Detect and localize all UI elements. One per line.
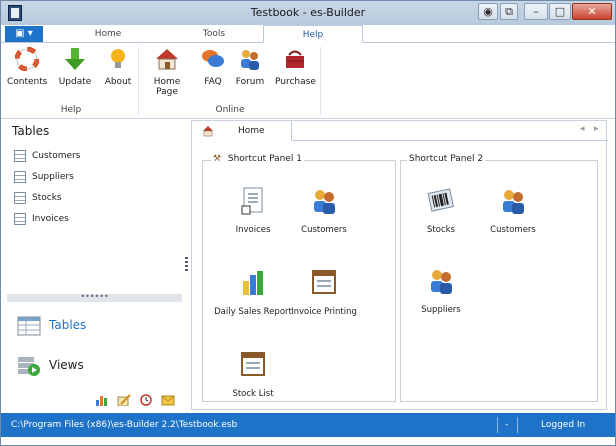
about-button[interactable]: About	[103, 47, 133, 97]
forum-button[interactable]: Forum	[234, 47, 266, 97]
table-icon	[14, 170, 26, 183]
document-icon	[239, 187, 267, 215]
tab-tools[interactable]: Tools	[169, 25, 259, 43]
file-menu-button[interactable]: ▣ ▾	[5, 26, 43, 42]
tools-icon: ⚒	[213, 154, 222, 164]
download-arrow-icon	[63, 47, 87, 71]
scroll-left-icon[interactable]: ◂	[580, 124, 585, 134]
shortcut-stocks[interactable]: Stocks	[401, 187, 481, 236]
title-bar: Testbook - es-Builder ◉ ⧉ – □ ✕	[1, 1, 615, 25]
users-icon	[499, 187, 527, 215]
tables-icon	[17, 315, 41, 337]
table-item-customers[interactable]: Customers	[14, 148, 80, 164]
window-title: Testbook - es-Builder	[250, 6, 366, 19]
clock-icon[interactable]	[139, 394, 153, 406]
table-item-stocks[interactable]: Stocks	[14, 190, 62, 206]
tab-help[interactable]: Help	[263, 25, 363, 43]
status-dash: -	[505, 420, 509, 430]
house-icon	[202, 125, 214, 137]
ribbon-tabs: ▣ ▾ Home Tools Help	[1, 25, 615, 43]
panel-title: Tables	[12, 124, 50, 138]
status-divider	[517, 417, 518, 433]
nav-tables[interactable]: Tables	[17, 310, 86, 340]
table-item-suppliers[interactable]: Suppliers	[14, 169, 74, 185]
file-path: C:\Program Files (x86)\es-Builder 2.2\Te…	[11, 420, 238, 430]
help-group-label: Help	[60, 105, 82, 115]
ribbon: Contents Update About Help Home Page FAQ…	[1, 43, 615, 119]
minimize-button[interactable]: –	[524, 3, 548, 20]
shortcut-customers[interactable]: Customers	[284, 187, 364, 236]
tab-home[interactable]: Home	[47, 25, 169, 43]
basket-icon	[283, 47, 307, 71]
users-icon	[427, 267, 455, 295]
app-window: Testbook - es-Builder ◉ ⧉ – □ ✕ ▣ ▾ Home…	[0, 0, 616, 446]
table-icon	[14, 212, 26, 225]
panel-title: ⚒ Shortcut Panel 1	[211, 154, 304, 164]
home-page-button[interactable]: Home Page	[142, 47, 192, 97]
status-divider	[497, 417, 498, 433]
lightbulb-icon	[106, 47, 130, 71]
resize-grip[interactable]	[185, 257, 188, 273]
shortcut-stock-list[interactable]: Stock List	[213, 351, 293, 400]
purchase-button[interactable]: Purchase	[275, 47, 316, 97]
shortcut-customers[interactable]: Customers	[473, 187, 553, 236]
document-area: Home ◂ ▸ ⚒ Shortcut Panel 1 Invoices Cus…	[191, 120, 608, 410]
edit-icon[interactable]	[117, 394, 131, 407]
panel-title: Shortcut Panel 2	[407, 154, 486, 164]
users-icon	[310, 187, 338, 215]
restore-icon[interactable]: ⧉	[500, 3, 518, 20]
lifebuoy-icon	[14, 46, 40, 72]
form-icon	[239, 351, 267, 379]
tab-home-document[interactable]: Home	[192, 121, 292, 141]
login-status: Logged In	[541, 420, 586, 430]
panel-splitter[interactable]: ••••••	[7, 293, 182, 302]
table-icon	[14, 191, 26, 204]
help-icon[interactable]: ◉	[478, 3, 498, 20]
speech-bubbles-icon	[201, 47, 225, 71]
users-icon	[238, 47, 262, 71]
chart-icon[interactable]	[95, 394, 109, 406]
table-icon	[14, 149, 26, 162]
shortcut-invoice-printing[interactable]: Invoice Printing	[284, 269, 364, 318]
form-icon	[310, 269, 338, 297]
online-group-label: Online	[215, 105, 245, 115]
faq-button[interactable]: FAQ	[199, 47, 227, 97]
contents-button[interactable]: Contents	[7, 46, 47, 97]
mail-icon[interactable]	[161, 394, 175, 406]
shortcut-daily-sales-report[interactable]: Daily Sales Report	[213, 269, 293, 318]
nav-views[interactable]: Views	[17, 350, 84, 380]
group-divider	[138, 47, 139, 115]
shortcut-panel-1: ⚒ Shortcut Panel 1 Invoices Customers Da…	[202, 154, 396, 402]
shortcut-invoices[interactable]: Invoices	[213, 187, 293, 236]
status-bar: C:\Program Files (x86)\es-Builder 2.2\Te…	[1, 413, 615, 437]
barcode-icon	[427, 187, 455, 215]
house-icon	[155, 47, 179, 71]
table-item-invoices[interactable]: Invoices	[14, 211, 69, 227]
scroll-right-icon[interactable]: ▸	[594, 124, 599, 134]
tab-strip-line	[292, 140, 608, 141]
update-button[interactable]: Update	[57, 47, 93, 97]
close-button[interactable]: ✕	[572, 3, 612, 20]
group-divider	[320, 47, 321, 115]
shortcut-panel-2: Shortcut Panel 2 Stocks Customers Suppli…	[400, 154, 598, 402]
bar-chart-icon	[239, 269, 267, 297]
shortcut-suppliers[interactable]: Suppliers	[401, 267, 481, 316]
views-icon	[17, 355, 41, 377]
maximize-button[interactable]: □	[549, 3, 571, 20]
tables-panel: Tables Customers Suppliers Stocks Invoic…	[7, 120, 182, 410]
